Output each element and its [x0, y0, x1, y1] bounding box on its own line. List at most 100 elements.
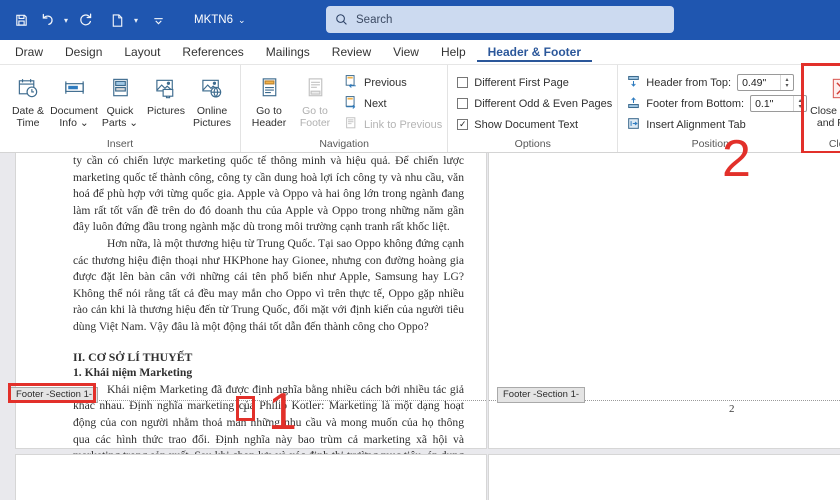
date-and-time-label: Date & Time — [11, 105, 45, 129]
document-info-icon — [62, 73, 87, 103]
document-name-caret-icon[interactable]: ⌄ — [238, 15, 246, 26]
go-to-header-button[interactable]: Go to Header — [246, 70, 292, 129]
ribbon-group-navigation-label: Navigation — [319, 138, 369, 150]
online-pictures-label: Online Pictures — [193, 105, 231, 129]
pictures-icon — [154, 73, 179, 103]
link-to-previous-button: Link to Previous — [344, 114, 442, 135]
ribbon-group-insert-label: Insert — [106, 138, 134, 150]
go-to-footer-label: Go to Footer — [299, 105, 331, 129]
customize-quick-access-toolbar-icon[interactable] — [148, 7, 168, 33]
insert-alignment-tab-icon — [627, 117, 640, 133]
checkbox-box-icon — [457, 98, 469, 109]
redo-icon[interactable] — [72, 7, 98, 33]
tab-mailings[interactable]: Mailings — [255, 43, 321, 62]
tab-help[interactable]: Help — [430, 43, 477, 62]
annotation-number-2: 2 — [722, 130, 751, 188]
page-2-footer-tag[interactable]: Footer -Section 1- — [497, 387, 586, 403]
undo-icon[interactable] — [34, 7, 60, 33]
footer-from-bottom-spinner[interactable]: 0.1" ▴ ▾ — [750, 95, 808, 112]
tab-header-and-footer[interactable]: Header & Footer — [476, 43, 592, 62]
document-info-button[interactable]: Document Info ⌄ — [50, 70, 98, 129]
show-document-text-checkbox[interactable]: ✓ Show Document Text — [457, 114, 612, 135]
footer-from-bottom-field[interactable]: Footer from Bottom: 0.1" ▴ ▾ — [627, 93, 808, 114]
header-from-top-value[interactable]: 0.49" — [738, 77, 780, 89]
tab-design[interactable]: Design — [54, 43, 113, 62]
document-page-3[interactable] — [16, 455, 486, 500]
footer-from-bottom-icon — [627, 96, 640, 112]
online-pictures-icon — [200, 73, 225, 103]
previous-label: Previous — [364, 76, 407, 89]
heading-section-2: II. CƠ SỞ LÍ THUYẾT — [73, 349, 193, 364]
search-input[interactable]: Search — [356, 14, 392, 26]
ribbon-group-close-label: Close — [828, 138, 840, 150]
previous-icon — [344, 74, 358, 91]
link-to-previous-label: Link to Previous — [364, 118, 443, 131]
document-page-2[interactable]: Footer -Section 1- 2 — [489, 153, 840, 448]
different-odd-even-pages-label: Different Odd & Even Pages — [474, 97, 613, 110]
tab-review[interactable]: Review — [321, 43, 382, 62]
close-header-and-footer-label: Close Header and Footer — [810, 105, 840, 129]
autosave-file-icon[interactable] — [104, 7, 130, 33]
tab-view[interactable]: View — [382, 43, 430, 62]
title-bar: ▾ ▾ MKTN6 ⌄ Search — [0, 0, 840, 40]
ribbon-group-position-label: Position — [691, 138, 729, 150]
file-dropdown-caret-icon[interactable]: ▾ — [130, 7, 142, 33]
heading-subsection-1: 1. Khái niệm Marketing — [73, 366, 193, 380]
tab-layout[interactable]: Layout — [113, 43, 171, 62]
document-name-label: MKTN6 — [194, 14, 233, 26]
paragraph-1: ty cần có chiến lược marketing quốc tế t… — [73, 154, 464, 234]
quick-parts-label: Quick Parts ⌄ — [101, 105, 139, 129]
pictures-button[interactable]: Pictures — [143, 70, 189, 117]
document-name[interactable]: MKTN6 ⌄ — [194, 14, 246, 26]
insert-alignment-tab-label: Insert Alignment Tab — [646, 118, 746, 131]
document-page-4[interactable] — [489, 455, 840, 500]
previous-button[interactable]: Previous — [344, 72, 442, 93]
footer-from-bottom-label: Footer from Bottom: — [646, 97, 745, 110]
tab-draw[interactable]: Draw — [4, 43, 54, 62]
next-button[interactable]: Next — [344, 93, 442, 114]
save-icon[interactable] — [8, 7, 34, 33]
spinner-arrows-icon[interactable]: ▴ ▾ — [780, 75, 793, 90]
show-document-text-label: Show Document Text — [474, 118, 579, 131]
header-from-top-field[interactable]: Header from Top: 0.49" ▴ ▾ — [627, 72, 807, 93]
go-to-header-icon — [257, 73, 282, 103]
header-from-top-label: Header from Top: — [646, 76, 732, 89]
ribbon: Date & Time Document Info ⌄ Quick Parts … — [0, 63, 840, 154]
undo-dropdown-caret-icon[interactable]: ▾ — [60, 7, 72, 33]
next-label: Next — [364, 97, 387, 110]
checkbox-checked-icon: ✓ — [457, 119, 469, 130]
go-to-header-label: Go to Header — [251, 105, 287, 129]
pictures-label: Pictures — [147, 105, 185, 117]
search-box[interactable]: Search — [326, 6, 674, 33]
ribbon-group-insert: Date & Time Document Info ⌄ Quick Parts … — [0, 65, 241, 152]
different-odd-even-pages-checkbox[interactable]: Different Odd & Even Pages — [457, 93, 612, 114]
close-header-footer-icon — [829, 73, 840, 103]
ribbon-group-navigation: Go to Header Go to Footer Previous Next … — [241, 65, 449, 152]
ribbon-group-position: Header from Top: 0.49" ▴ ▾ Footer from Bo… — [618, 65, 808, 152]
ribbon-group-options-label: Options — [514, 138, 551, 150]
quick-parts-button[interactable]: Quick Parts ⌄ — [97, 70, 143, 129]
close-header-and-footer-button[interactable]: Close Header and Footer — [808, 70, 840, 129]
tab-references[interactable]: References — [171, 43, 254, 62]
footer-from-bottom-value[interactable]: 0.1" — [751, 98, 793, 110]
different-first-page-label: Different First Page — [474, 76, 569, 89]
online-pictures-button[interactable]: Online Pictures — [189, 70, 235, 129]
checkbox-box-icon — [457, 77, 469, 88]
different-first-page-checkbox[interactable]: Different First Page — [457, 72, 612, 93]
date-and-time-button[interactable]: Date & Time — [5, 70, 51, 129]
date-time-icon — [16, 73, 41, 103]
annotation-box-page-number — [236, 396, 255, 421]
quick-parts-icon — [108, 73, 133, 103]
ribbon-group-close: Close Header and Footer Close — [801, 63, 840, 154]
go-to-footer-button: Go to Footer — [292, 70, 338, 129]
insert-alignment-tab-button[interactable]: Insert Alignment Tab — [627, 114, 807, 135]
page-2-page-number[interactable]: 2 — [729, 403, 735, 415]
ribbon-group-options: Different First Page Different Odd & Eve… — [448, 65, 619, 152]
document-canvas[interactable]: ty cần có chiến lược marketing quốc tế t… — [0, 153, 840, 500]
link-to-previous-icon — [344, 116, 358, 133]
go-to-footer-icon — [303, 73, 328, 103]
header-from-top-spinner[interactable]: 0.49" ▴ ▾ — [737, 74, 795, 91]
annotation-number-1: 1 — [268, 383, 297, 441]
annotation-box-footer-tag — [8, 383, 96, 403]
header-from-top-icon — [627, 75, 640, 91]
